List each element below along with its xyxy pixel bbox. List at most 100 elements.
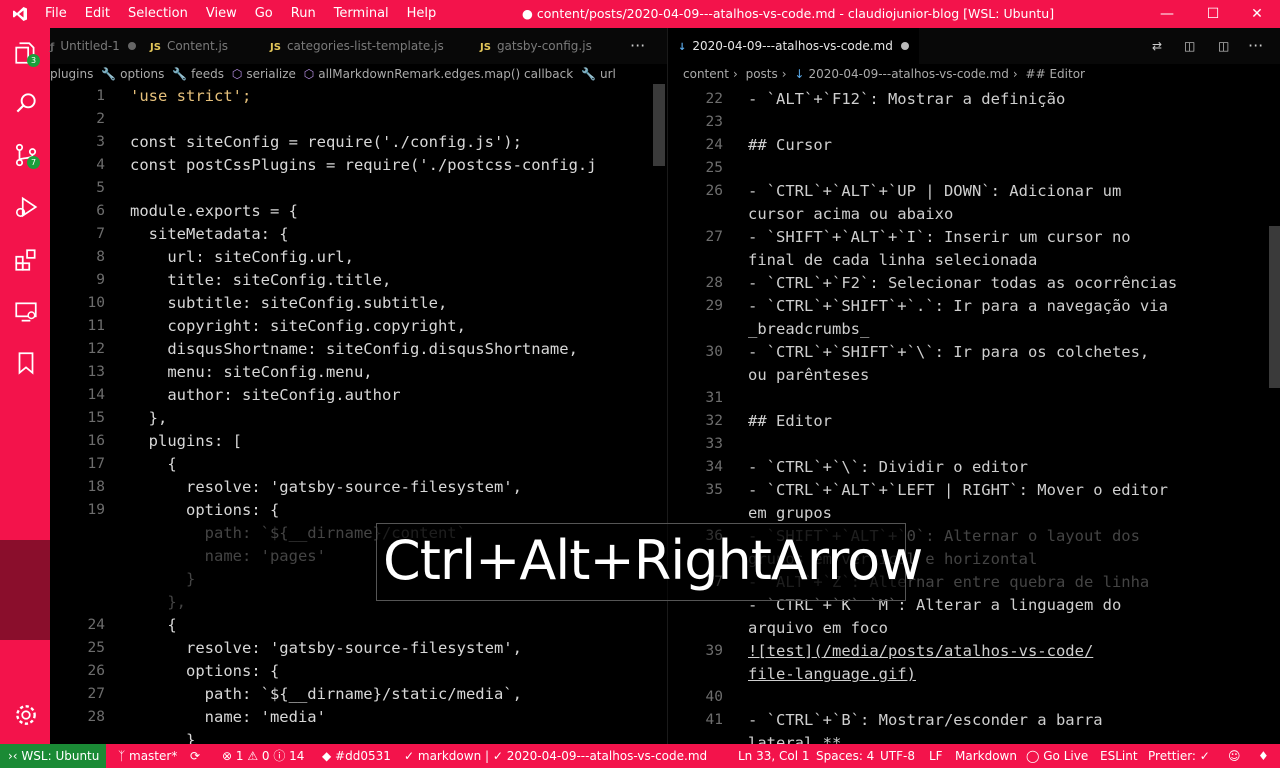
line-text: ## Cursor	[748, 136, 832, 154]
crumb-posts[interactable]: posts	[746, 67, 778, 81]
line-number: 12	[87, 341, 105, 357]
line-number: 22	[705, 91, 723, 107]
line-text: arquivo em foco	[748, 619, 888, 637]
problems-item[interactable]: ⊗ 1 ⚠ 0 ⓘ 14	[222, 744, 304, 768]
tab-content-js[interactable]: JS Content.js	[150, 28, 228, 64]
remote-indicator[interactable]: ›‹ WSL: Ubuntu	[0, 744, 106, 768]
menu-run[interactable]: Run	[291, 0, 316, 28]
line-text: {	[130, 616, 177, 634]
crumb-options[interactable]: options	[120, 67, 164, 81]
line-number: 24	[87, 617, 105, 633]
left-tab-bar: ƒ Untitled-1 JS Content.js JS categories-li…	[50, 28, 667, 64]
line-number: 32	[705, 413, 723, 429]
crumb-file[interactable]: 2020-04-09---atalhos-vs-code.md	[808, 67, 1008, 81]
tab-label: Content.js	[166, 39, 229, 53]
crumb-url[interactable]: url	[600, 67, 616, 81]
line-text: ## Editor	[748, 412, 832, 430]
line-text: file-language.gif)	[748, 665, 916, 683]
crumb-content[interactable]: content	[683, 67, 729, 81]
scm-badge: 7	[27, 156, 40, 169]
line-text: options: {	[130, 662, 280, 680]
encoding[interactable]: UTF-8	[880, 744, 915, 768]
line-text: - `CTRL`+`\`: Dividir o editor	[748, 458, 1028, 476]
unsaved-dot-icon	[127, 42, 136, 50]
eslint-item[interactable]: ESLint	[1100, 744, 1138, 768]
line-number: 18	[87, 479, 105, 495]
line-text: name: 'pages'	[130, 547, 326, 565]
line-text: - `CTRL`+`F2`: Selecionar todas as ocorr…	[748, 274, 1178, 292]
line-number: 23	[705, 114, 723, 130]
feedback-icon[interactable]: ☺	[1228, 744, 1241, 768]
line-text: - `SHIFT`+`ALT`+`I`: Inserir um cursor n…	[748, 228, 1131, 246]
branch-item[interactable]: ᛉ master*	[118, 744, 177, 768]
left-code-area[interactable]: 1 'use strict'; 2 3 const siteConfig = req…	[50, 85, 597, 749]
menu-selection[interactable]: Selection	[128, 0, 188, 28]
left-breadcrumb: plugins 🔧 options 🔧 feeds ⬡ serialize ⬡ allM…	[50, 64, 667, 84]
crumb-heading[interactable]: ## Editor	[1026, 67, 1085, 81]
more-actions-icon[interactable]: ···	[1248, 28, 1263, 64]
tab-label: categories-list-template.js	[286, 39, 444, 53]
line-number: 29	[705, 298, 723, 314]
wrench-icon: 🔧	[581, 67, 596, 81]
more-actions-icon[interactable]: ···	[630, 28, 645, 64]
menu-go[interactable]: Go	[255, 0, 273, 28]
right-scrollbar-thumb[interactable]	[1269, 226, 1280, 388]
color-swatch-icon: ◆	[322, 749, 336, 763]
explorer-badge: 3	[27, 54, 40, 67]
line-text: _breadcrumbs_	[748, 320, 870, 338]
maximize-icon[interactable]: ☐	[1190, 0, 1236, 28]
sync-icon[interactable]: ⟳	[190, 744, 200, 768]
activity-overlay-band	[0, 540, 50, 640]
menu-file[interactable]: File	[45, 0, 67, 28]
go-live-item[interactable]: ◯ Go Live	[1026, 744, 1088, 768]
minimize-icon[interactable]: —	[1144, 0, 1190, 28]
line-text: resolve: 'gatsby-source-filesystem',	[130, 478, 522, 496]
compare-changes-icon[interactable]: ⇄	[1152, 28, 1162, 64]
left-scrollbar-thumb[interactable]	[653, 84, 665, 166]
extensions-icon[interactable]	[13, 247, 39, 273]
menu-terminal[interactable]: Terminal	[334, 0, 389, 28]
tab-categories-list-template[interactable]: JS categories-list-template.js	[270, 28, 444, 64]
line-text: - `CTRL`+`ALT`+`UP | DOWN`: Adicionar um	[748, 182, 1122, 200]
tab-atalhos-md[interactable]: ↓ 2020-04-09---atalhos-vs-code.md	[668, 28, 919, 64]
prettier-item[interactable]: Prettier: ✓	[1148, 744, 1210, 768]
split-editor-icon[interactable]: ◫	[1218, 28, 1229, 64]
search-icon[interactable]	[13, 90, 39, 116]
tab-untitled[interactable]: ƒ Untitled-1	[50, 28, 136, 64]
cursor-position[interactable]: Ln 33, Col 1	[738, 744, 810, 768]
settings-gear-icon[interactable]	[13, 702, 39, 728]
line-text: },	[130, 593, 186, 611]
line-text: ![test](/media/posts/atalhos-vs-code/	[748, 642, 1094, 660]
check-icon: ✓	[404, 749, 418, 763]
line-number: 1	[96, 88, 105, 104]
line-text: options: {	[130, 501, 280, 519]
crumb-plugins[interactable]: plugins	[50, 67, 93, 81]
language-mode[interactable]: Markdown	[955, 744, 1017, 768]
menu-help[interactable]: Help	[407, 0, 437, 28]
line-text: author: siteConfig.author	[130, 386, 401, 404]
line-text: resolve: 'gatsby-source-filesystem',	[130, 639, 522, 657]
menu-edit[interactable]: Edit	[85, 0, 110, 28]
crumb-feeds[interactable]: feeds	[191, 67, 224, 81]
bookmarks-icon[interactable]	[13, 350, 39, 376]
line-text: 'use strict';	[130, 87, 252, 105]
language-path-item[interactable]: ✓ markdown | ✓ 2020-04-09---atalhos-vs-c…	[404, 744, 707, 768]
tab-label: Untitled-1	[60, 39, 120, 53]
line-ending[interactable]: LF	[929, 744, 943, 768]
open-preview-icon[interactable]: ◫	[1184, 28, 1195, 64]
close-icon[interactable]: ✕	[1234, 0, 1280, 28]
line-number: 17	[87, 456, 105, 472]
tab-label: gatsby-config.js	[496, 39, 592, 53]
notifications-bell-icon[interactable]: ♦	[1258, 744, 1269, 768]
line-number: 16	[87, 433, 105, 449]
line-text: {	[130, 455, 177, 473]
color-item[interactable]: ◆ #dd0531	[322, 744, 391, 768]
crumb-serialize[interactable]: serialize	[246, 67, 296, 81]
menu-view[interactable]: View	[206, 0, 237, 28]
remote-explorer-icon[interactable]	[13, 299, 39, 325]
crumb-callback[interactable]: allMarkdownRemark.edges.map() callback	[318, 67, 573, 81]
line-text: - `ALT`+`F12`: Mostrar a definição	[748, 90, 1066, 108]
tab-gatsby-config[interactable]: JS gatsby-config.js	[480, 28, 592, 64]
run-debug-icon[interactable]	[13, 194, 39, 220]
indentation[interactable]: Spaces: 4	[816, 744, 874, 768]
